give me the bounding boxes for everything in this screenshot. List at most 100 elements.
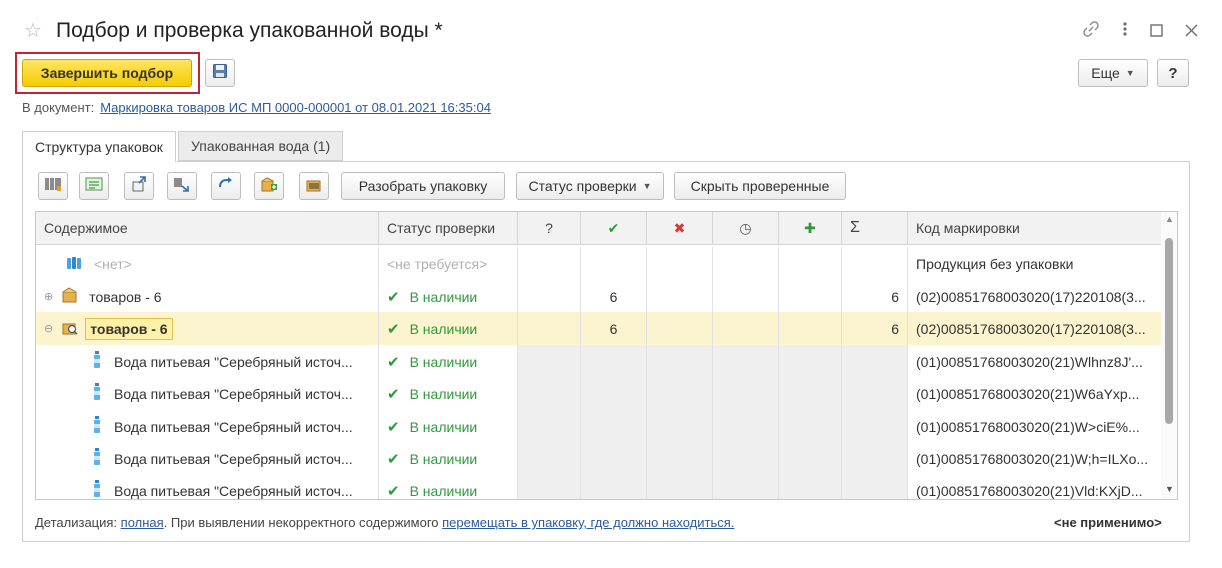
row-sum: 6 [842, 280, 908, 313]
row-added [779, 474, 842, 499]
row-checked [581, 247, 647, 280]
dropdown-arrow-icon: ▼ [642, 181, 652, 191]
move-button[interactable] [211, 172, 241, 200]
row-pending [713, 474, 779, 499]
collapse-icon[interactable]: ⊖ [44, 322, 53, 335]
plus-icon: ✚ [804, 219, 816, 236]
row-pending [713, 345, 779, 378]
box-search-icon [61, 319, 79, 338]
tab-package-structure[interactable]: Структура упаковок [22, 131, 176, 162]
row-content: Вода питьевая "Серебряный источ... [114, 418, 353, 435]
row-sum [842, 442, 908, 475]
row-errors [647, 442, 713, 475]
scroll-down-arrow-icon[interactable]: ▼ [1165, 484, 1174, 494]
row-code: (01)00851768003020(21)Wlhnz8J'... [916, 353, 1143, 370]
row-sum [842, 377, 908, 410]
close-icon[interactable] [1185, 21, 1198, 41]
water-bottle-icon [92, 351, 102, 372]
row-status: В наличии [409, 385, 478, 402]
row-errors [647, 377, 713, 410]
row-sum [842, 345, 908, 378]
save-button[interactable] [205, 59, 235, 87]
table-row[interactable]: Вода питьевая "Серебряный источ... ✔ В на… [36, 474, 1162, 499]
add-from-list-button[interactable] [79, 172, 109, 200]
column-header-added-icon[interactable]: ✚ [779, 212, 842, 244]
checkmark-icon: ✔ [387, 450, 400, 468]
maximize-icon[interactable] [1150, 21, 1163, 41]
table-row[interactable]: Вода питьевая "Серебряный источ... ✔ В на… [36, 442, 1162, 475]
tab-packed-water[interactable]: Упакованная вода (1) [178, 131, 344, 161]
row-added [779, 410, 842, 443]
checkmark-icon: ✔ [387, 385, 400, 403]
scroll-up-arrow-icon[interactable]: ▲ [1165, 214, 1174, 224]
window-controls [1082, 20, 1198, 42]
print-labels-button[interactable] [299, 172, 329, 200]
scrollbar-thumb[interactable] [1165, 238, 1173, 424]
row-pending [713, 247, 779, 280]
row-question [518, 410, 581, 443]
row-errors [647, 474, 713, 499]
move-to-package-link[interactable]: перемещать в упаковку, где должно находи… [442, 515, 734, 530]
row-pending [713, 312, 779, 345]
table-row[interactable]: <нет> <не требуется> Продукция без упако… [36, 247, 1162, 280]
scan-barcode-button[interactable] [38, 172, 68, 200]
row-status: В наличии [409, 353, 478, 370]
table-row[interactable]: Вода питьевая "Серебряный источ... ✔ В на… [36, 410, 1162, 443]
column-header-sum[interactable]: Σ [842, 212, 908, 244]
more-menu-button[interactable]: Еще ▼ [1078, 59, 1148, 87]
row-sum [842, 474, 908, 499]
table-row[interactable]: Вода питьевая "Серебряный источ... ✔ В на… [36, 377, 1162, 410]
expand-icon[interactable]: ⊕ [44, 290, 53, 303]
table-row-selected[interactable]: ⊖ товаров - 6 ✔ В наличии 6 6 (02)0085176… [36, 312, 1162, 345]
unpack-button[interactable] [167, 172, 197, 200]
box-plus-icon [260, 176, 278, 197]
window-title: Подбор и проверка упакованной воды * [56, 19, 443, 42]
link-icon[interactable] [1082, 20, 1100, 42]
barcode-box-icon [305, 176, 323, 197]
unpack-package-button[interactable]: Разобрать упаковку [341, 172, 505, 200]
row-question [518, 247, 581, 280]
row-checked [581, 377, 647, 410]
row-question [518, 474, 581, 499]
barcode-arrow-icon [173, 176, 191, 197]
hide-checked-button[interactable]: Скрыть проверенные [674, 172, 846, 200]
column-header-error-icon[interactable]: ✖ [647, 212, 713, 244]
row-code: (01)00851768003020(21)Vld:KXjD... [916, 482, 1143, 499]
check-status-dropdown[interactable]: Статус проверки ▼ [516, 172, 664, 200]
document-link[interactable]: Маркировка товаров ИС МП 0000-000001 от … [100, 100, 491, 115]
column-header-pending-icon[interactable]: ◷ [713, 212, 779, 244]
pack-button[interactable] [124, 172, 154, 200]
column-header-code[interactable]: Код маркировки [908, 212, 1162, 244]
row-code: (01)00851768003020(21)W6aYxp... [916, 385, 1140, 402]
not-applicable-value[interactable]: <не применимо> [1054, 515, 1162, 530]
column-header-question[interactable]: ? [518, 212, 581, 244]
row-sum [842, 247, 908, 280]
document-reference: В документ: Маркировка товаров ИС МП 0000… [22, 100, 491, 115]
table-row[interactable]: Вода питьевая "Серебряный источ... ✔ В на… [36, 345, 1162, 378]
row-errors [647, 410, 713, 443]
row-errors [647, 247, 713, 280]
row-checked [581, 442, 647, 475]
column-header-checked-icon[interactable]: ✔ [581, 212, 647, 244]
clock-icon: ◷ [739, 219, 752, 236]
add-package-button[interactable] [254, 172, 284, 200]
row-status: <не требуется> [387, 255, 488, 272]
column-header-status[interactable]: Статус проверки [379, 212, 518, 244]
more-vertical-icon[interactable] [1122, 21, 1128, 41]
row-content: Вода питьевая "Серебряный источ... [114, 450, 353, 467]
row-added [779, 312, 842, 345]
detail-label: Детализация: [35, 515, 118, 530]
row-status: В наличии [409, 320, 478, 337]
favorite-star-icon[interactable]: ☆ [24, 20, 42, 42]
green-list-icon [85, 176, 103, 197]
finish-selection-button[interactable]: Завершить подбор [22, 59, 192, 87]
table-row[interactable]: ⊕ товаров - 6 ✔ В наличии 6 6 (02)0085176… [36, 280, 1162, 313]
footer-sentence: . При выявлении некорректного содержимог… [163, 515, 439, 530]
row-checked [581, 474, 647, 499]
row-added [779, 280, 842, 313]
row-sum: 6 [842, 312, 908, 345]
help-button[interactable]: ? [1157, 59, 1189, 87]
row-status: В наличии [409, 288, 478, 305]
detail-mode-link[interactable]: полная [121, 515, 164, 530]
column-header-content[interactable]: Содержимое [36, 212, 379, 244]
